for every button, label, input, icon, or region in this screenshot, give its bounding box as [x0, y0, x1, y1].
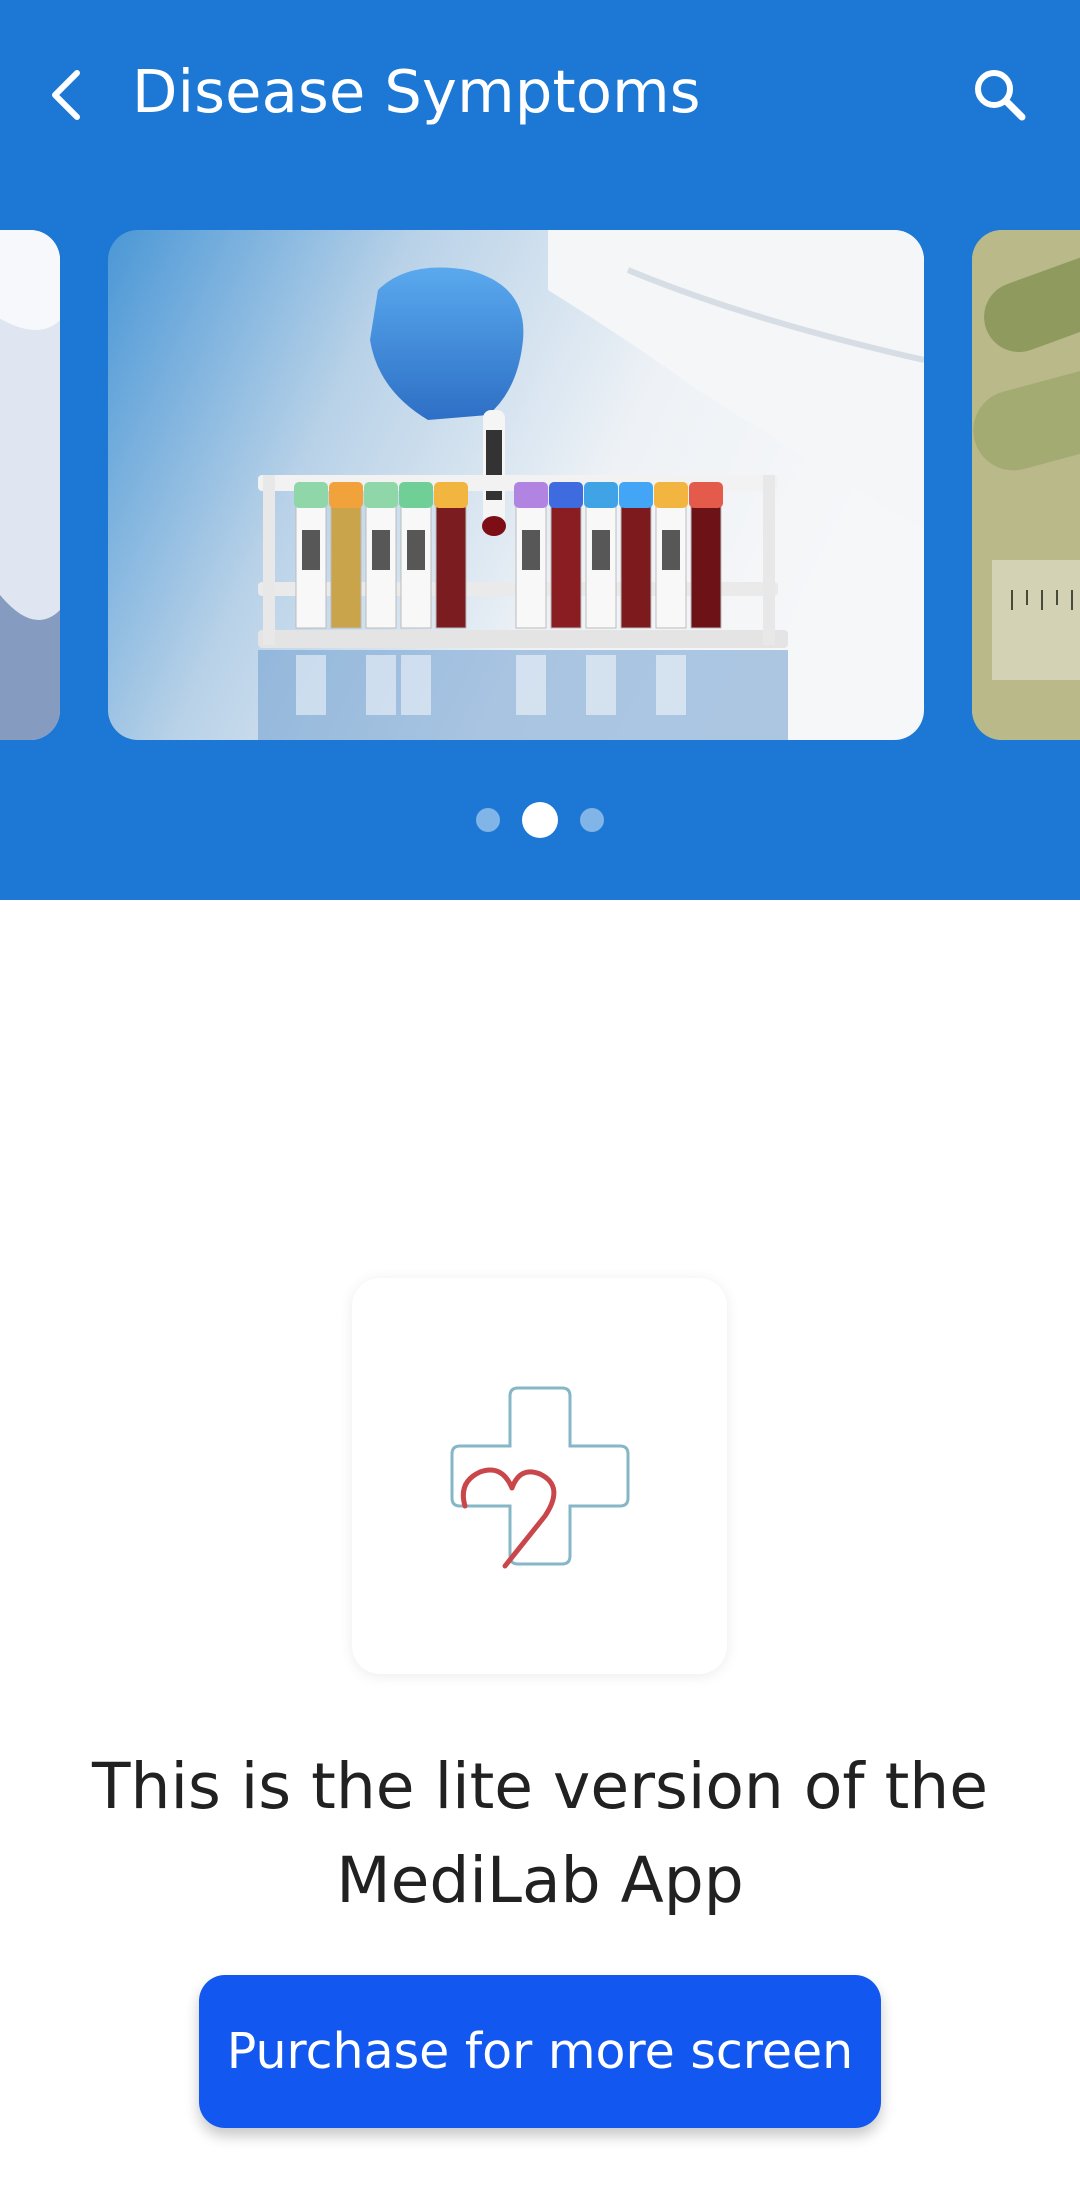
app-bar: Disease Symptoms — [0, 0, 1080, 185]
image-carousel[interactable] — [0, 230, 1080, 740]
carousel-dot-1[interactable] — [476, 808, 500, 832]
blood-test-tubes-image — [108, 230, 924, 740]
carousel-slide-active[interactable] — [108, 230, 924, 740]
carousel-dot-3[interactable] — [580, 808, 604, 832]
lite-message-line-2: MediLab App — [336, 1844, 744, 1917]
doctor-coat-image — [0, 230, 60, 740]
app-logo-card — [352, 1278, 727, 1674]
carousel-slide-previous[interactable] — [0, 230, 60, 740]
back-button[interactable] — [30, 50, 100, 140]
lite-version-message: This is the lite version of the MediLab … — [60, 1740, 1020, 1928]
search-icon — [975, 70, 1026, 121]
lite-message-line-1: This is the lite version of the — [92, 1750, 988, 1823]
carousel-indicator[interactable] — [0, 800, 1080, 840]
header-banner: Disease Symptoms — [0, 0, 1080, 900]
search-button[interactable] — [955, 50, 1045, 140]
carousel-slide-next[interactable] — [972, 230, 1080, 740]
pills-image — [972, 230, 1080, 740]
carousel-dot-2-active[interactable] — [522, 802, 558, 838]
page-title: Disease Symptoms — [132, 57, 701, 126]
purchase-button[interactable]: Purchase for more screen — [199, 1975, 881, 2128]
chevron-left-icon — [52, 70, 80, 120]
test-tube-rack — [258, 475, 788, 648]
medical-cross-heart-icon — [450, 1386, 629, 1569]
